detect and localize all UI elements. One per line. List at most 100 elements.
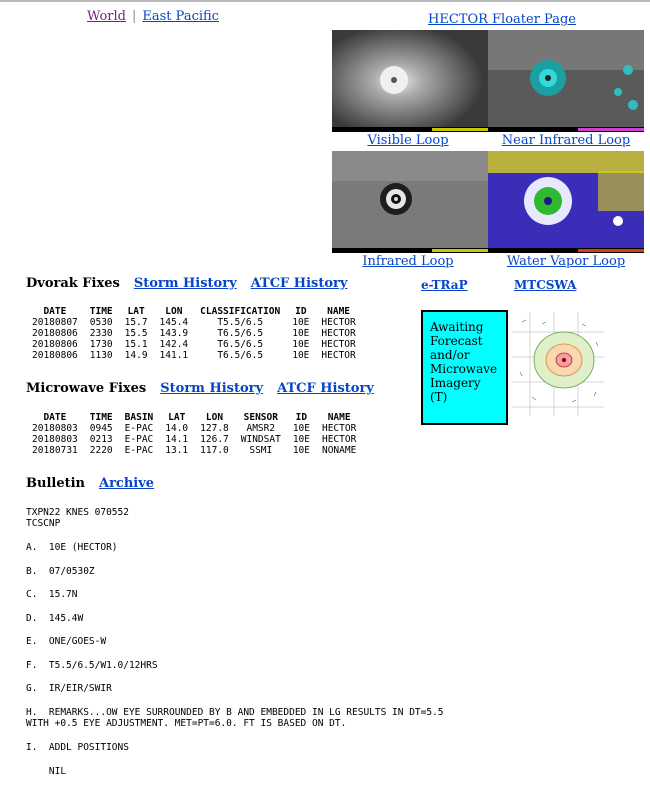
awaiting-forecast-box[interactable]: Awaiting Forecast and/or Microwave Image… xyxy=(421,310,508,425)
column-header: NAME xyxy=(327,306,351,317)
bulletin-line: NIL xyxy=(26,766,67,777)
table-row: 20180731 2220 E-PAC 13.1 117.0 SSMI 10E NONAME xyxy=(26,445,362,456)
table-cell: 141.1 xyxy=(159,350,189,361)
bulletin-heading: Bulletin Archive xyxy=(26,476,154,491)
visible-loop-thumbnail[interactable] xyxy=(332,30,488,132)
table-cell: 20180731 xyxy=(32,445,78,456)
table-cell: 10E xyxy=(292,445,310,456)
mtcswa-link[interactable]: MTCSWA xyxy=(514,278,576,292)
bulletin-line: G. IR/EIR/SWIR xyxy=(26,683,112,694)
table-cell: 1130 xyxy=(89,350,113,361)
microwave-storm-history-link[interactable]: Storm History xyxy=(160,381,263,396)
column-header: LON xyxy=(205,412,224,423)
awaiting-line: Awaiting xyxy=(430,320,484,334)
table-cell: 10E xyxy=(292,434,310,445)
table-cell: E-PAC xyxy=(124,423,154,434)
awaiting-line: and/or xyxy=(430,348,470,362)
column-header: SENSOR xyxy=(243,412,278,423)
dvorak-fixes-title: Dvorak Fixes xyxy=(26,276,120,291)
column-header: ID xyxy=(295,306,307,317)
table-cell: 15.1 xyxy=(124,339,148,350)
floater-page-link[interactable]: HECTOR Floater Page xyxy=(428,12,576,27)
microwave-fixes-table: DATE TIME BASIN LAT LON SENSOR ID NAME 2… xyxy=(26,412,362,456)
table-row: 20180803 0945 E-PAC 14.0 127.8 AMSR2 10E HECTOR xyxy=(26,423,362,434)
bulletin-line: WITH +0.5 EYE ADJUSTMENT. MET=PT=6.0. FT… xyxy=(26,718,347,729)
table-cell: HECTOR xyxy=(321,317,356,328)
column-header: DATE xyxy=(43,306,67,317)
mtcswa-wind-map-thumbnail[interactable] xyxy=(512,312,604,416)
bulletin-title: Bulletin xyxy=(26,476,85,491)
bulletin-line: I. ADDL POSITIONS xyxy=(26,742,129,753)
bulletin-line: C. 15.7N xyxy=(26,589,78,600)
bulletin-line: E. ONE/GOES-W xyxy=(26,636,107,647)
nav-separator: | xyxy=(132,9,137,24)
table-row: 20180806 2330 15.5 143.9 T6.5/6.5 10E HECTOR xyxy=(26,328,362,339)
table-cell: 0213 xyxy=(89,434,113,445)
bulletin-line: H. REMARKS...OW EYE SURROUNDED BY B AND … xyxy=(26,707,444,718)
table-cell: T5.5/6.5 xyxy=(217,317,264,328)
table-cell: HECTOR xyxy=(321,339,356,350)
table-cell: HECTOR xyxy=(321,423,357,434)
table-cell: 10E xyxy=(292,350,310,361)
microwave-atcf-history-link[interactable]: ATCF History xyxy=(277,381,374,396)
table-cell: T6.5/6.5 xyxy=(217,328,264,339)
table-cell: 127.8 xyxy=(200,423,229,434)
top-rule xyxy=(0,0,650,2)
near-infrared-loop-link[interactable]: Near Infrared Loop xyxy=(486,133,646,148)
dvorak-fixes-heading: Dvorak Fixes Storm History ATCF History xyxy=(26,276,347,291)
table-cell: HECTOR xyxy=(321,350,356,361)
dvorak-atcf-history-link[interactable]: ATCF History xyxy=(251,276,348,291)
infrared-loop-link[interactable]: Infrared Loop xyxy=(328,254,488,269)
table-row: 20180806 1130 14.9 141.1 T6.5/6.5 10E HECTOR xyxy=(26,350,362,361)
microwave-fixes-title: Microwave Fixes xyxy=(26,381,147,396)
table-row: 20180803 0213 E-PAC 14.1 126.7 WINDSAT 10E HECT… xyxy=(26,434,362,445)
column-header: NAME xyxy=(327,412,351,423)
table-cell: 13.1 xyxy=(165,445,189,456)
bulletin-line: F. T5.5/6.5/W1.0/12HRS xyxy=(26,660,158,671)
world-link[interactable]: World xyxy=(87,9,126,24)
awaiting-line: Imagery xyxy=(430,376,481,390)
awaiting-line: (T) xyxy=(430,390,448,404)
table-cell: 20180806 xyxy=(32,328,78,339)
near-infrared-loop-thumbnail[interactable] xyxy=(488,30,644,132)
column-header: LON xyxy=(165,306,183,317)
visible-loop-link[interactable]: Visible Loop xyxy=(328,133,488,148)
infrared-loop-thumbnail[interactable] xyxy=(332,151,488,253)
table-cell: 20180803 xyxy=(32,434,78,445)
table-cell: 126.7 xyxy=(200,434,229,445)
east-pacific-link[interactable]: East Pacific xyxy=(142,9,219,24)
table-cell: HECTOR xyxy=(321,328,356,339)
table-cell: 10E xyxy=(292,339,310,350)
awaiting-line: Microwave xyxy=(430,362,498,376)
table-cell: T6.5/6.5 xyxy=(217,339,264,350)
table-cell: 14.0 xyxy=(165,423,189,434)
table-cell: NONAME xyxy=(321,445,357,456)
column-header: DATE xyxy=(43,412,67,423)
table-cell: 14.9 xyxy=(124,350,148,361)
bulletin-line: D. 145.4W xyxy=(26,613,84,624)
dvorak-fixes-table: DATE TIME LAT LON CLASSIFICATION ID NAME… xyxy=(26,306,362,361)
etrap-link[interactable]: e-TRaP xyxy=(421,278,468,292)
bulletin-line: B. 07/0530Z xyxy=(26,566,95,577)
column-header: BASIN xyxy=(124,412,154,423)
table-cell: 143.9 xyxy=(159,328,189,339)
dvorak-storm-history-link[interactable]: Storm History xyxy=(134,276,237,291)
table-cell: HECTOR xyxy=(321,434,357,445)
water-vapor-loop-thumbnail[interactable] xyxy=(488,151,644,253)
table-cell: 10E xyxy=(292,317,310,328)
table-cell: 20180807 xyxy=(32,317,78,328)
table-cell: 20180806 xyxy=(32,350,78,361)
table-cell: 0530 xyxy=(89,317,113,328)
column-header: TIME xyxy=(89,306,113,317)
table-row: 20180807 0530 15.7 145.4 T5.5/6.5 10E HECTOR xyxy=(26,317,362,328)
table-cell: 145.4 xyxy=(159,317,189,328)
water-vapor-loop-link[interactable]: Water Vapor Loop xyxy=(486,254,646,269)
table-header-row: DATE TIME BASIN LAT LON SENSOR ID NAME xyxy=(26,412,362,423)
bulletin-header-line: TXPN22 KNES 070552 xyxy=(26,507,129,518)
bulletin-archive-link[interactable]: Archive xyxy=(99,476,154,491)
table-header-row: DATE TIME LAT LON CLASSIFICATION ID NAME xyxy=(26,306,362,317)
table-cell: T6.5/6.5 xyxy=(217,350,264,361)
column-header: LAT xyxy=(168,412,186,423)
column-header: ID xyxy=(295,412,308,423)
table-cell: 117.0 xyxy=(200,445,229,456)
